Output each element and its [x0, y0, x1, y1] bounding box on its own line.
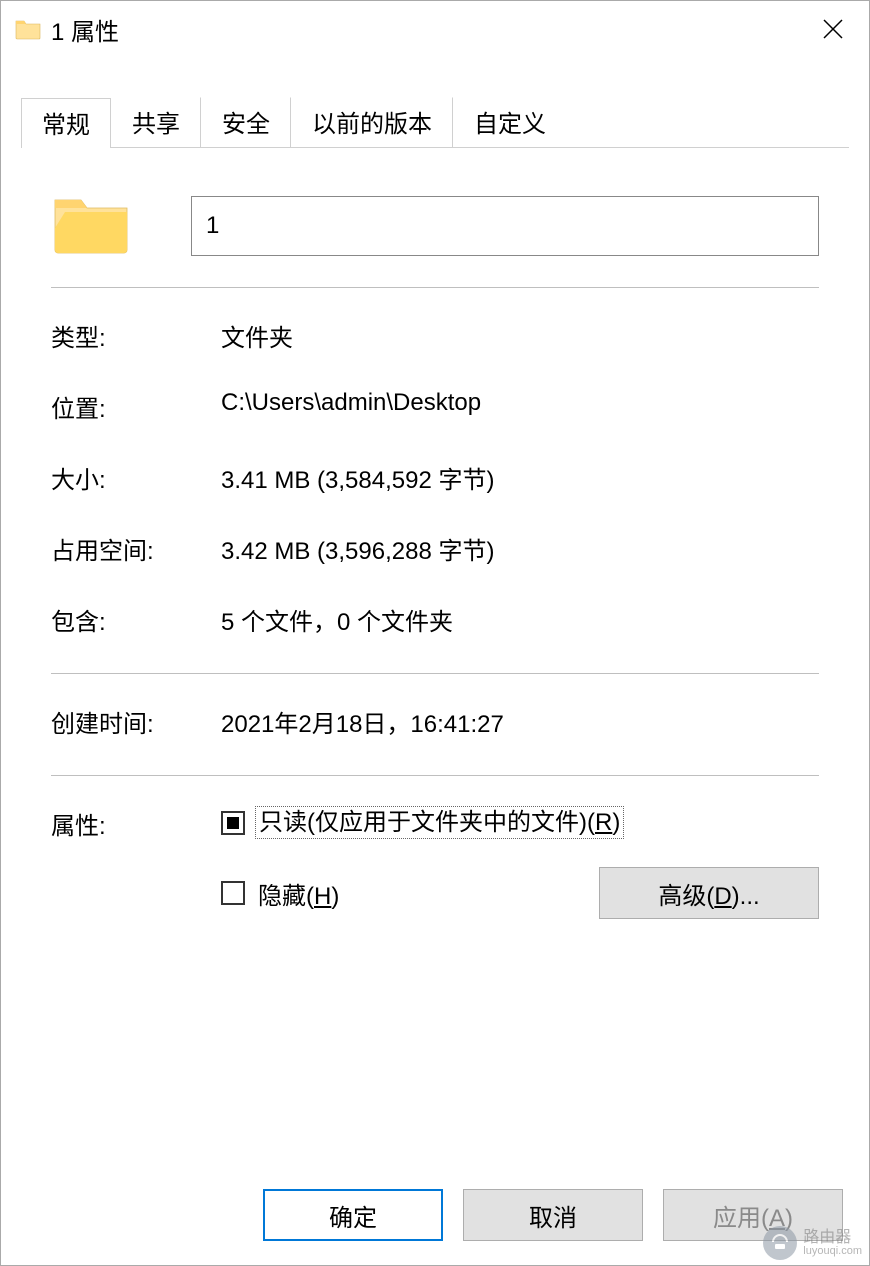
value-type: 文件夹 — [221, 318, 819, 353]
divider — [51, 287, 819, 288]
tab-share[interactable]: 共享 — [111, 97, 201, 147]
close-icon — [822, 18, 844, 40]
tabs-area: 常规 共享 安全 以前的版本 自定义 — [1, 97, 869, 148]
tabs: 常规 共享 安全 以前的版本 自定义 — [21, 97, 849, 148]
label-created: 创建时间: — [51, 704, 221, 739]
router-icon — [763, 1226, 797, 1260]
value-created: 2021年2月18日，16:41:27 — [221, 704, 819, 739]
label-attributes: 属性: — [51, 806, 221, 919]
label-contains: 包含: — [51, 602, 221, 637]
value-contains: 5 个文件，0 个文件夹 — [221, 602, 819, 637]
cancel-button[interactable]: 取消 — [463, 1189, 643, 1241]
close-button[interactable] — [811, 7, 855, 51]
label-size: 大小: — [51, 460, 221, 495]
tab-custom[interactable]: 自定义 — [453, 97, 566, 147]
value-size-on-disk: 3.42 MB (3,596,288 字节) — [221, 531, 819, 566]
row-size: 大小: 3.41 MB (3,584,592 字节) — [51, 460, 819, 495]
readonly-checkbox[interactable] — [221, 811, 245, 835]
advanced-button[interactable]: 高级(D)... — [599, 867, 819, 919]
tab-general[interactable]: 常规 — [21, 98, 111, 148]
hidden-checkbox[interactable] — [221, 881, 245, 905]
watermark: 路由器 luyouqi.com — [763, 1226, 862, 1260]
row-size-on-disk: 占用空间: 3.42 MB (3,596,288 字节) — [51, 531, 819, 566]
tab-content-general: 类型: 文件夹 位置: C:\Users\admin\Desktop 大小: 3… — [1, 148, 869, 1171]
folder-name-input[interactable] — [191, 196, 819, 256]
readonly-row: 只读(仅应用于文件夹中的文件)(R) — [221, 806, 819, 839]
row-created: 创建时间: 2021年2月18日，16:41:27 — [51, 704, 819, 739]
hidden-label[interactable]: 隐藏(H) — [255, 876, 342, 911]
dialog-button-bar: 确定 取消 应用(A) — [1, 1171, 869, 1265]
row-location: 位置: C:\Users\admin\Desktop — [51, 389, 819, 424]
tab-previous-versions[interactable]: 以前的版本 — [291, 97, 453, 147]
readonly-label[interactable]: 只读(仅应用于文件夹中的文件)(R) — [255, 806, 624, 839]
watermark-sub: luyouqi.com — [803, 1246, 862, 1257]
folder-icon — [15, 18, 41, 40]
label-size-on-disk: 占用空间: — [51, 531, 221, 566]
window-title: 1 属性 — [51, 12, 119, 47]
tab-security[interactable]: 安全 — [201, 97, 291, 147]
ok-button[interactable]: 确定 — [263, 1189, 443, 1241]
row-contains: 包含: 5 个文件，0 个文件夹 — [51, 602, 819, 637]
label-location: 位置: — [51, 389, 221, 424]
attributes-section: 属性: 只读(仅应用于文件夹中的文件)(R) 隐藏(H) 高级(D)... — [51, 806, 819, 919]
hidden-row: 隐藏(H) — [221, 876, 342, 911]
value-size: 3.41 MB (3,584,592 字节) — [221, 460, 819, 495]
titlebar: 1 属性 — [1, 1, 869, 57]
divider — [51, 775, 819, 776]
watermark-main: 路由器 — [803, 1229, 851, 1246]
value-location: C:\Users\admin\Desktop — [221, 389, 819, 424]
row-type: 类型: 文件夹 — [51, 318, 819, 353]
divider — [51, 673, 819, 674]
properties-dialog: 1 属性 常规 共享 安全 以前的版本 自定义 — [0, 0, 870, 1266]
folder-large-icon — [51, 188, 131, 263]
label-type: 类型: — [51, 318, 221, 353]
